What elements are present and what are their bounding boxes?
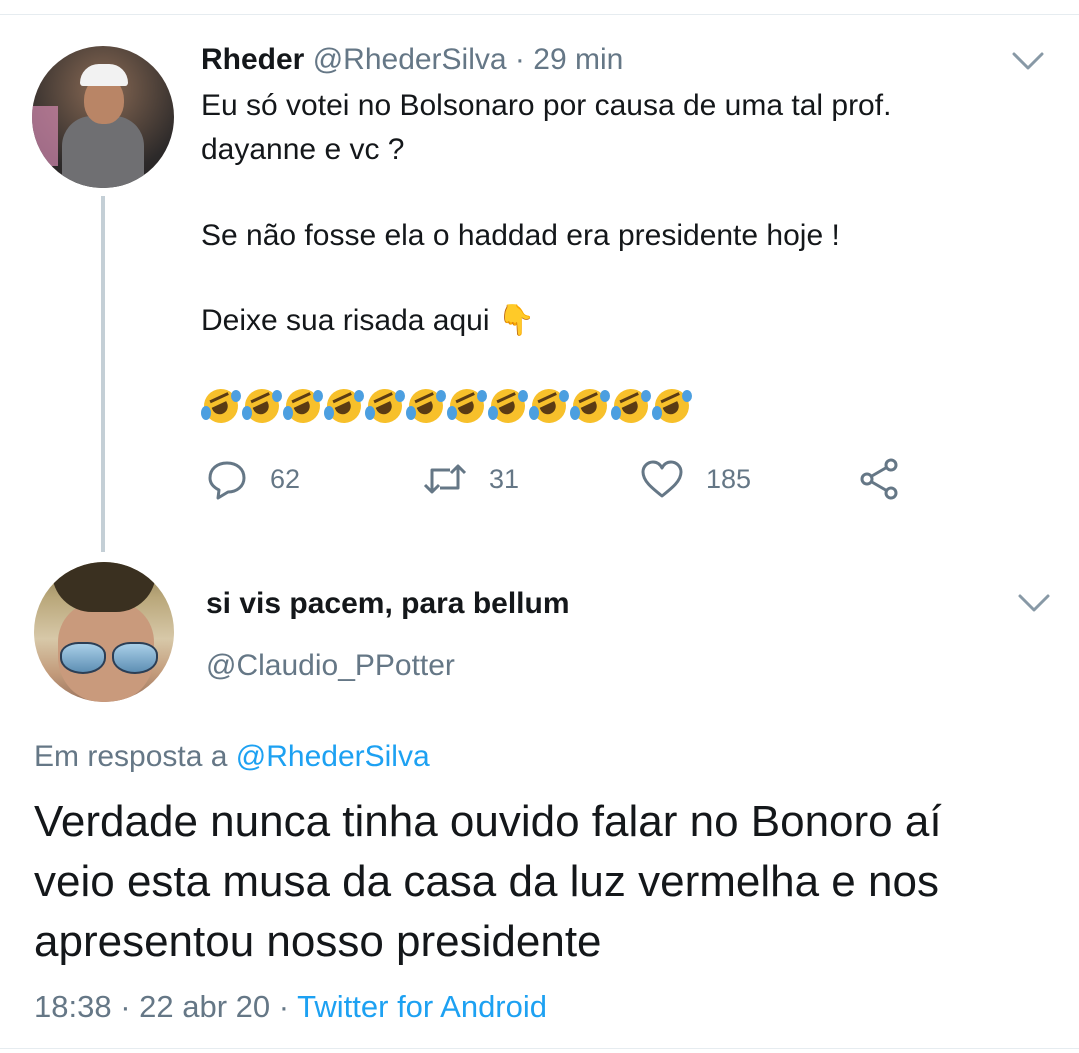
reply-count: 62 <box>270 463 301 494</box>
tweet-text-with-emoji: Deixe sua risada aqui 👇 <box>201 301 535 341</box>
avatar-cap <box>80 64 128 86</box>
rofl-emoji <box>198 383 244 429</box>
retweet-action[interactable]: 31 <box>423 456 519 502</box>
rofl-emoji <box>280 383 326 429</box>
tweet-age[interactable]: 29 min <box>533 43 623 76</box>
rofl-emoji <box>649 383 695 429</box>
tweet-meta: 18:38 · 22 abr 20 · Twitter for Android <box>34 986 547 1028</box>
bottom-divider <box>0 1048 1079 1049</box>
retweet-count: 31 <box>489 463 520 494</box>
avatar-rheder[interactable] <box>32 46 174 188</box>
reply-text-line: Verdade nunca tinha ouvido falar no Bono… <box>34 797 942 846</box>
rofl-emoji <box>403 383 449 429</box>
rofl-emoji <box>526 383 572 429</box>
user-handle[interactable]: @RhederSilva <box>313 43 507 76</box>
avatar-claudio[interactable] <box>34 562 174 702</box>
tweet-text-line: dayanne e vc ? <box>201 133 405 166</box>
laughing-emoji-row <box>198 383 695 429</box>
rofl-emoji <box>485 383 531 429</box>
separator-dot: · <box>120 989 131 1024</box>
thread-connector-line <box>101 196 105 552</box>
like-icon[interactable] <box>640 458 684 500</box>
pointing-down-emoji: 👇 <box>497 304 536 337</box>
reply-icon[interactable] <box>206 458 248 500</box>
reply-user-handle[interactable]: @Claudio_PPotter <box>206 646 455 686</box>
tweet-time: 18:38 <box>34 989 112 1024</box>
avatar-hair <box>52 562 156 612</box>
parent-tweet-header: Rheder @RhederSilva · 29 min <box>201 40 623 80</box>
in-reply-to-mention[interactable]: @RhederSilva <box>236 740 430 773</box>
chevron-down-icon[interactable] <box>1017 592 1051 614</box>
separator-dot: · <box>278 989 290 1024</box>
share-action[interactable] <box>858 456 902 502</box>
rofl-emoji <box>444 383 490 429</box>
rofl-emoji <box>239 383 285 429</box>
separator-dot: · <box>514 43 525 76</box>
reply-text-line: veio esta musa da casa da luz vermelha e… <box>34 857 939 906</box>
sunglasses-lens <box>60 642 106 674</box>
chevron-down-icon[interactable] <box>1011 50 1045 72</box>
share-icon[interactable] <box>858 457 902 501</box>
rofl-emoji <box>362 383 408 429</box>
sunglasses-lens <box>112 642 158 674</box>
like-count: 185 <box>706 463 752 494</box>
like-action[interactable]: 185 <box>640 456 751 502</box>
top-divider <box>0 14 1079 15</box>
avatar-background <box>32 106 58 166</box>
reply-display-name[interactable]: si vis pacem, para bellum <box>206 584 570 624</box>
tweet-text-line: Deixe sua risada aqui <box>201 304 490 337</box>
rofl-emoji <box>321 383 367 429</box>
reply-text-line: apresentou nosso presidente <box>34 917 602 966</box>
tweet-text-line: Eu só votei no Bolsonaro por causa de um… <box>201 89 892 122</box>
reply-action[interactable]: 62 <box>206 456 300 502</box>
display-name[interactable]: Rheder <box>201 43 304 76</box>
in-reply-to: Em resposta a @RhederSilva <box>34 737 430 777</box>
tweet-source-link[interactable]: Twitter for Android <box>297 989 547 1024</box>
rofl-emoji <box>567 383 613 429</box>
retweet-icon[interactable] <box>423 458 467 500</box>
tweet-date: 22 abr 20 <box>139 989 271 1024</box>
tweet-text-line: Se não fosse ela o haddad era presidente… <box>201 219 840 252</box>
avatar-shirt <box>62 116 144 188</box>
rofl-emoji <box>608 383 654 429</box>
in-reply-to-label: Em resposta a <box>34 740 228 773</box>
